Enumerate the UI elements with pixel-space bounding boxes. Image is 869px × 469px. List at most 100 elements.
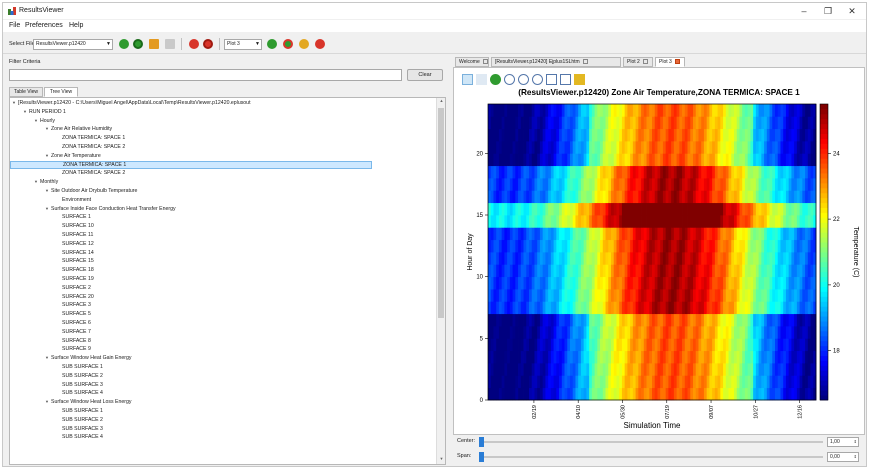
file-combo[interactable]: ResultsViewer.p12420 ▼ xyxy=(33,39,113,50)
pointer-tool-icon[interactable] xyxy=(462,74,473,85)
tab-plot-3[interactable]: Plot 3 xyxy=(655,57,685,67)
tree-item[interactable]: ZONA TERMICA: SPACE 2 xyxy=(10,143,434,152)
tree-item[interactable]: SUB SURFACE 4 xyxy=(10,433,434,442)
tree-item[interactable]: ▼ Zone Air Relative Humidity xyxy=(10,125,434,134)
tree-item[interactable]: SURFACE 8 xyxy=(10,337,434,346)
tree-item[interactable]: ZONA TERMICA: SPACE 2 xyxy=(10,169,434,178)
tree-item[interactable]: SUB SURFACE 2 xyxy=(10,372,434,381)
close-tab-icon[interactable] xyxy=(582,59,588,65)
remove-plot-icon[interactable] xyxy=(315,39,325,49)
tree-item[interactable]: ▼ Surface Window Heat Loss Energy xyxy=(10,398,434,407)
plot-combo[interactable]: Plot 3 ▼ xyxy=(224,39,262,50)
tree-item[interactable]: ▼ Site Outdoor Air Drybulb Temperature xyxy=(10,187,434,196)
tree-item[interactable]: SURFACE 11 xyxy=(10,231,434,240)
tree-item[interactable]: ▼ Surface Window Heat Gain Energy xyxy=(10,354,434,363)
heatmap-cell xyxy=(687,165,691,179)
tree-item[interactable]: SURFACE 18 xyxy=(10,266,434,275)
close-button[interactable]: ✕ xyxy=(843,5,861,17)
spin-arrows-icon[interactable]: ⇕ xyxy=(854,438,857,446)
center-slider-handle[interactable] xyxy=(479,437,484,447)
menu-file[interactable]: File xyxy=(9,22,20,29)
heatmap-cell xyxy=(570,252,574,265)
tree-item[interactable]: SUB SURFACE 3 xyxy=(10,425,434,434)
tree-item[interactable]: SURFACE 1 xyxy=(10,213,434,222)
close-tab-icon[interactable] xyxy=(642,59,648,65)
tree-item[interactable]: SUB SURFACE 2 xyxy=(10,416,434,425)
tree-item[interactable]: SURFACE 14 xyxy=(10,249,434,258)
tree-item[interactable]: SURFACE 9 xyxy=(10,345,434,354)
tab-eplus-table[interactable]: [ResultsViewer.p12420] Ejplus1SLhtm xyxy=(491,57,621,67)
scroll-up-icon[interactable]: ▲ xyxy=(437,98,445,106)
center-spinbox[interactable]: 1,00 ⇕ xyxy=(827,437,859,447)
heatmap-cell xyxy=(605,363,609,376)
refresh-file-icon[interactable] xyxy=(133,39,143,49)
tree-item[interactable]: SURFACE 10 xyxy=(10,222,434,231)
tree-item[interactable]: ZONA TERMICA: SPACE 1 xyxy=(10,134,434,143)
tab-table-view[interactable]: Table View xyxy=(9,87,43,97)
heatmap-cell xyxy=(605,116,609,130)
tree-item[interactable]: ▼ RUN PERIOD 1 xyxy=(10,108,434,117)
zoom-fit-icon[interactable] xyxy=(532,74,543,85)
remove-file-icon[interactable] xyxy=(189,39,199,49)
remove-line-icon[interactable] xyxy=(299,39,309,49)
tree-item[interactable]: SURFACE 19 xyxy=(10,275,434,284)
heatmap-cell xyxy=(493,153,497,167)
image-export-icon[interactable] xyxy=(574,74,585,85)
tree-item[interactable]: ▼ Monthly xyxy=(10,178,434,187)
add-plot-icon[interactable] xyxy=(267,39,277,49)
tree-item-selected[interactable]: ZONA TERMICA: SPACE 1 xyxy=(10,160,372,170)
tab-plot-2[interactable]: Plot 2 xyxy=(623,57,653,67)
zoom-y-icon[interactable] xyxy=(560,74,571,85)
menu-help[interactable]: Help xyxy=(69,22,83,29)
clear-button[interactable]: Clear xyxy=(407,69,443,81)
heatmap-cell xyxy=(775,190,779,204)
tree-item[interactable]: SUB SURFACE 1 xyxy=(10,363,434,372)
tree-item[interactable]: SUB SURFACE 3 xyxy=(10,381,434,390)
tree-item[interactable]: SURFACE 2 xyxy=(10,284,434,293)
tree-item[interactable]: SURFACE 7 xyxy=(10,328,434,337)
span-slider-track[interactable] xyxy=(479,456,823,458)
add-line-icon[interactable] xyxy=(283,39,293,49)
zoom-x-icon[interactable] xyxy=(546,74,557,85)
edit-icon[interactable] xyxy=(165,39,175,49)
remove-all-files-icon[interactable] xyxy=(203,39,213,49)
tree-item[interactable]: Environment xyxy=(10,196,434,205)
tree-item[interactable]: SUB SURFACE 4 xyxy=(10,389,434,398)
tab-welcome[interactable]: Welcome xyxy=(455,57,489,67)
tree-item[interactable]: SURFACE 12 xyxy=(10,240,434,249)
scrollbar-thumb[interactable] xyxy=(438,108,444,318)
tree-item[interactable]: ▼ [ResultsViewer.p12420 - C:\Users\Miguel… xyxy=(10,99,434,108)
span-spinbox[interactable]: 0,00 ⇕ xyxy=(827,452,859,462)
close-tab-icon[interactable] xyxy=(674,59,680,65)
tree-item[interactable]: SURFACE 3 xyxy=(10,301,434,310)
tree-item[interactable]: ▼ Zone Air Temperature xyxy=(10,152,434,161)
scroll-down-icon[interactable]: ▼ xyxy=(437,456,445,464)
maximize-button[interactable]: ❐ xyxy=(819,5,837,17)
zoom-in-icon[interactable] xyxy=(504,74,515,85)
tree-item[interactable]: ▼ Surface Inside Face Conduction Heat Tra… xyxy=(10,205,434,214)
menu-preferences[interactable]: Preferences xyxy=(25,22,63,29)
close-tab-icon[interactable] xyxy=(482,59,488,65)
tree-item[interactable]: SURFACE 6 xyxy=(10,319,434,328)
tree-item[interactable]: ▼ Hourly xyxy=(10,117,434,126)
open-folder-icon[interactable] xyxy=(149,39,159,49)
heatmap-cell xyxy=(657,128,661,142)
tree-item[interactable]: SUB SURFACE 1 xyxy=(10,407,434,416)
tab-tree-view[interactable]: Tree View xyxy=(44,87,78,97)
heatmap-cell xyxy=(542,301,546,315)
tree-item[interactable]: SURFACE 15 xyxy=(10,257,434,266)
pan-tool-icon[interactable] xyxy=(476,74,487,85)
center-slider-track[interactable] xyxy=(479,441,823,443)
variable-tree[interactable]: ▲ ▼ ▼ [ResultsViewer.p12420 - C:\Users\Mi… xyxy=(9,97,446,465)
minimize-button[interactable]: – xyxy=(795,5,813,17)
tree-item[interactable]: SURFACE 20 xyxy=(10,293,434,302)
span-slider-handle[interactable] xyxy=(479,452,484,462)
tree-item[interactable]: SURFACE 5 xyxy=(10,310,434,319)
y-tick-label: 10 xyxy=(476,275,483,281)
spin-arrows-icon[interactable]: ⇕ xyxy=(854,453,857,461)
zoom-out-icon[interactable] xyxy=(518,74,529,85)
zoom-tool-icon[interactable] xyxy=(490,74,501,85)
filter-input[interactable] xyxy=(9,69,402,81)
tree-scrollbar[interactable]: ▲ ▼ xyxy=(436,98,445,464)
add-file-icon[interactable] xyxy=(119,39,129,49)
